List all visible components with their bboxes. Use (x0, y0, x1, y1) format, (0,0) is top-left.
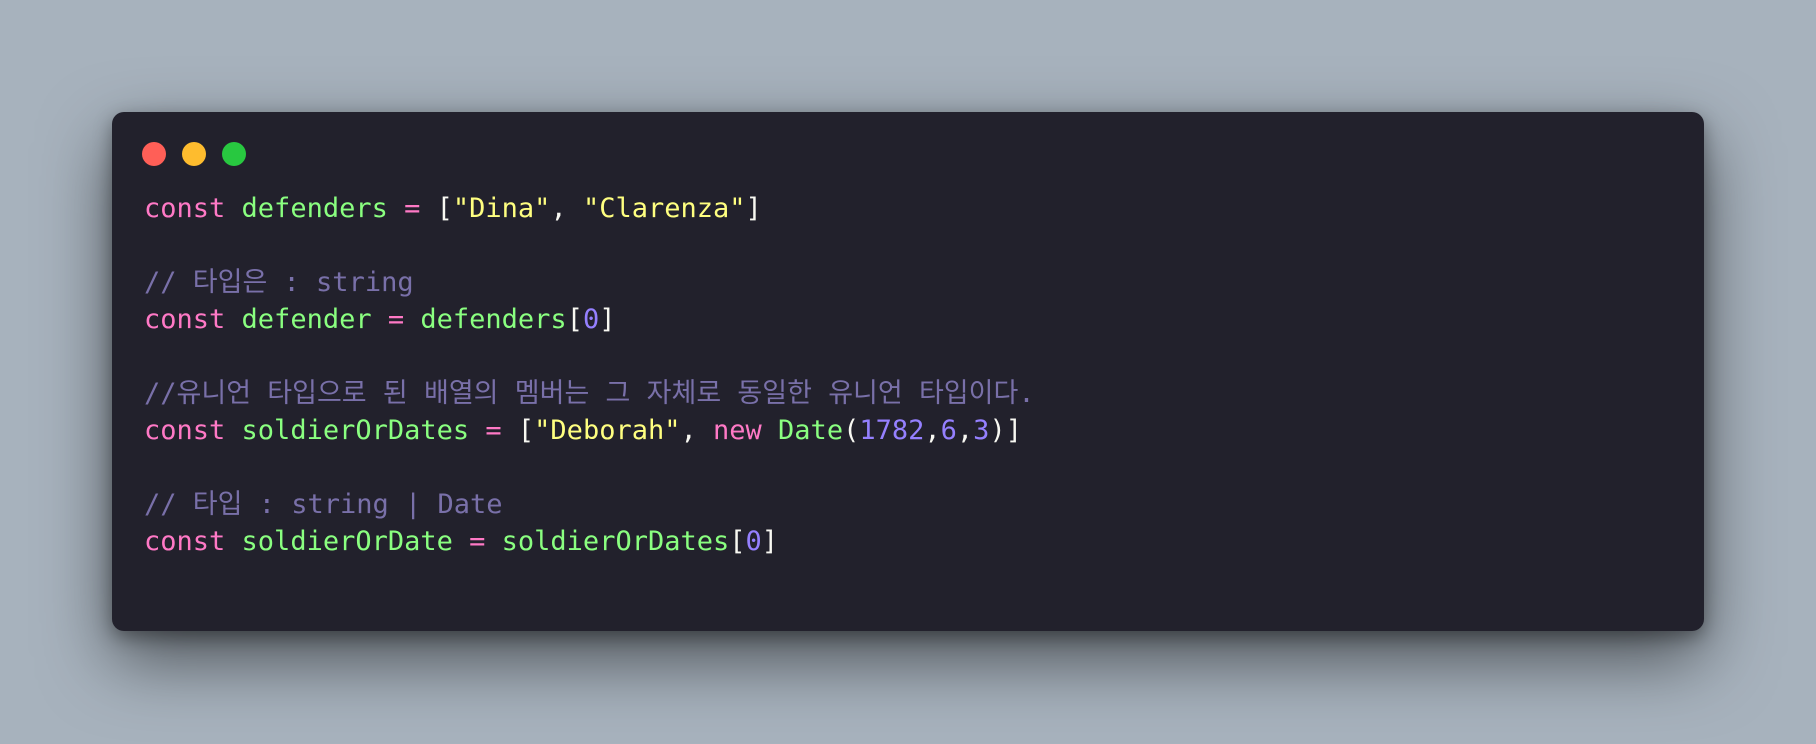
bracket: [ (436, 193, 453, 224)
number-literal: 0 (745, 526, 762, 557)
comma: , (924, 415, 941, 446)
minimize-button[interactable] (182, 142, 206, 166)
bracket: [ (517, 415, 535, 446)
paren: ) (989, 415, 1006, 446)
string-literal: "Clarenza" (582, 193, 746, 224)
operator: = (371, 304, 421, 335)
maximize-button[interactable] (222, 142, 246, 166)
code-line-3: const defender = defenders[0] (144, 301, 1035, 338)
identifier: soldierOrDates (501, 526, 730, 557)
comment: //유니언 타입으로 된 배열의 멤버는 그 자체로 동일한 유니언 타입이다. (144, 378, 1035, 409)
bracket: ] (745, 193, 762, 224)
code-block: const defenders = ["Dina", "Clarenza"]//… (144, 190, 1035, 560)
number-literal: 6 (940, 415, 957, 446)
close-button[interactable] (142, 142, 166, 166)
bracket: ] (1005, 415, 1022, 446)
code-line-7: const soldierOrDate = soldierOrDates[0] (144, 523, 1035, 560)
code-line-4: //유니언 타입으로 된 배열의 멤버는 그 자체로 동일한 유니언 타입이다. (144, 375, 1035, 412)
bracket: [ (729, 526, 746, 557)
keyword-const: const (144, 415, 226, 446)
identifier: defenders (241, 193, 388, 224)
operator: = (469, 415, 518, 446)
comma: , (550, 193, 583, 224)
code-line-1: const defenders = ["Dina", "Clarenza"] (144, 190, 1035, 227)
number-literal: 3 (973, 415, 990, 446)
paren: ( (843, 415, 860, 446)
operator: = (452, 526, 502, 557)
identifier: soldierOrDate (241, 526, 453, 557)
window-controls (142, 142, 246, 166)
comma: , (956, 415, 974, 446)
keyword-const: const (144, 193, 226, 224)
bracket: [ (566, 304, 583, 335)
string-literal: "Deborah" (534, 415, 681, 446)
code-line-2: // 타입은 : string (144, 264, 1035, 301)
comma: , (680, 415, 713, 446)
keyword-const: const (144, 526, 226, 557)
comment: // 타입 : string | Date (144, 489, 503, 520)
operator: = (387, 193, 437, 224)
number-literal: 1782 (859, 415, 925, 446)
code-line-5: const soldierOrDates = ["Deborah", new D… (144, 412, 1035, 449)
bracket: ] (761, 526, 779, 557)
bracket: ] (599, 304, 616, 335)
identifier: defenders (420, 304, 567, 335)
code-line-6: // 타입 : string | Date (144, 486, 1035, 523)
identifier: soldierOrDates (241, 415, 470, 446)
keyword-const: const (144, 304, 226, 335)
code-window: const defenders = ["Dina", "Clarenza"]//… (112, 112, 1704, 631)
identifier: defender (241, 304, 372, 335)
class-name: Date (778, 415, 844, 446)
comment: // 타입은 : string (144, 267, 414, 298)
keyword-new: new (713, 415, 762, 446)
number-literal: 0 (582, 304, 600, 335)
string-literal: "Dina" (452, 193, 551, 224)
